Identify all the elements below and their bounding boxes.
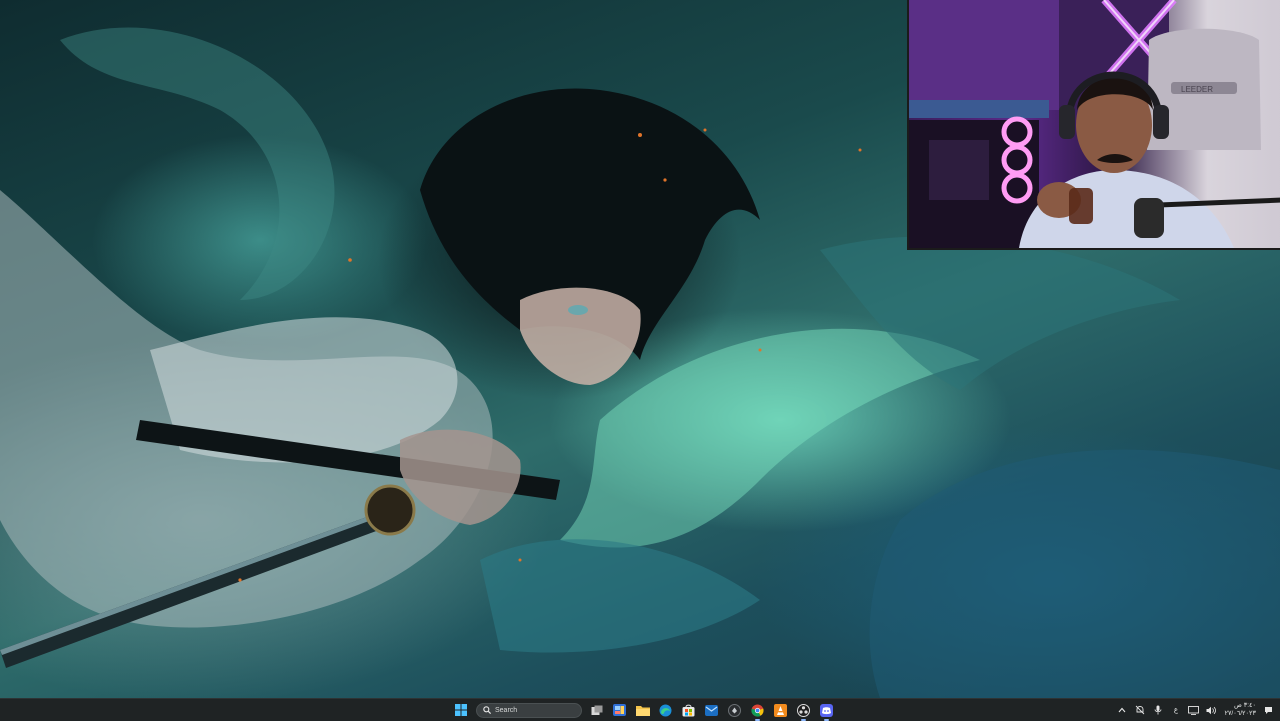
taskbar-edge[interactable] bbox=[657, 702, 674, 719]
taskbar-file-explorer[interactable] bbox=[634, 702, 651, 719]
taskbar-center: Search bbox=[452, 699, 835, 721]
tray-notification-center[interactable] bbox=[1263, 705, 1274, 716]
discord-icon bbox=[820, 703, 833, 717]
taskbar-outlook[interactable] bbox=[703, 702, 720, 719]
edge-icon bbox=[659, 704, 672, 716]
store-icon bbox=[682, 704, 695, 716]
monitor-network-icon bbox=[1188, 705, 1200, 715]
chrome-icon bbox=[751, 704, 764, 717]
system-tray: ع ٣:٤٠ ص ٢٧/٠٦/٢٠٢٣ bbox=[1116, 699, 1274, 721]
taskbar-widgets[interactable] bbox=[611, 702, 628, 719]
app-dark-icon bbox=[728, 703, 741, 717]
chevron-up-icon bbox=[1118, 707, 1126, 713]
tray-network[interactable] bbox=[1188, 705, 1200, 716]
taskbar-task-view[interactable] bbox=[588, 702, 605, 719]
taskbar-chrome[interactable] bbox=[749, 702, 766, 721]
webcam-feed: LEEDER bbox=[909, 0, 1280, 248]
chair-brand-text: LEEDER bbox=[1181, 85, 1213, 94]
bell-off-icon bbox=[1135, 705, 1145, 715]
widgets-icon bbox=[613, 704, 626, 716]
search-placeholder: Search bbox=[495, 706, 518, 714]
notification-icon bbox=[1265, 706, 1272, 714]
record-icon bbox=[797, 703, 810, 717]
taskbar: Search ع ٣:٤٠ ص ٢٧/٠٦/٢٠٢٣ bbox=[0, 698, 1280, 721]
speaker-icon bbox=[1206, 706, 1217, 714]
tray-language[interactable]: ع bbox=[1170, 705, 1181, 716]
clock-date: ٢٧/٠٦/٢٠٢٣ bbox=[1224, 710, 1256, 717]
search-box[interactable]: Search bbox=[476, 702, 582, 718]
clock-time: ٣:٤٠ ص bbox=[1234, 702, 1256, 709]
windows-icon bbox=[455, 704, 467, 716]
webcam-overlay: LEEDER bbox=[907, 0, 1280, 250]
taskbar-cone-app[interactable] bbox=[772, 702, 789, 719]
taskbar-discord[interactable] bbox=[818, 702, 835, 721]
search-icon bbox=[483, 706, 491, 714]
start-button[interactable] bbox=[452, 701, 470, 719]
taskbar-store[interactable] bbox=[680, 702, 697, 719]
tray-notifications-off[interactable] bbox=[1134, 705, 1145, 716]
taskbar-app-dark[interactable] bbox=[726, 702, 743, 719]
mail-icon bbox=[705, 704, 718, 716]
cone-icon bbox=[774, 703, 787, 717]
task-view-icon bbox=[591, 705, 602, 715]
tray-clock[interactable]: ٣:٤٠ ص ٢٧/٠٦/٢٠٢٣ bbox=[1224, 702, 1256, 718]
language-indicator: ع bbox=[1173, 707, 1179, 714]
folder-icon bbox=[635, 706, 650, 716]
tray-overflow-button[interactable] bbox=[1116, 705, 1127, 716]
taskbar-obs[interactable] bbox=[795, 702, 812, 721]
tray-microphone[interactable] bbox=[1152, 705, 1163, 716]
microphone-icon bbox=[1154, 705, 1162, 715]
tray-volume[interactable] bbox=[1206, 705, 1217, 716]
